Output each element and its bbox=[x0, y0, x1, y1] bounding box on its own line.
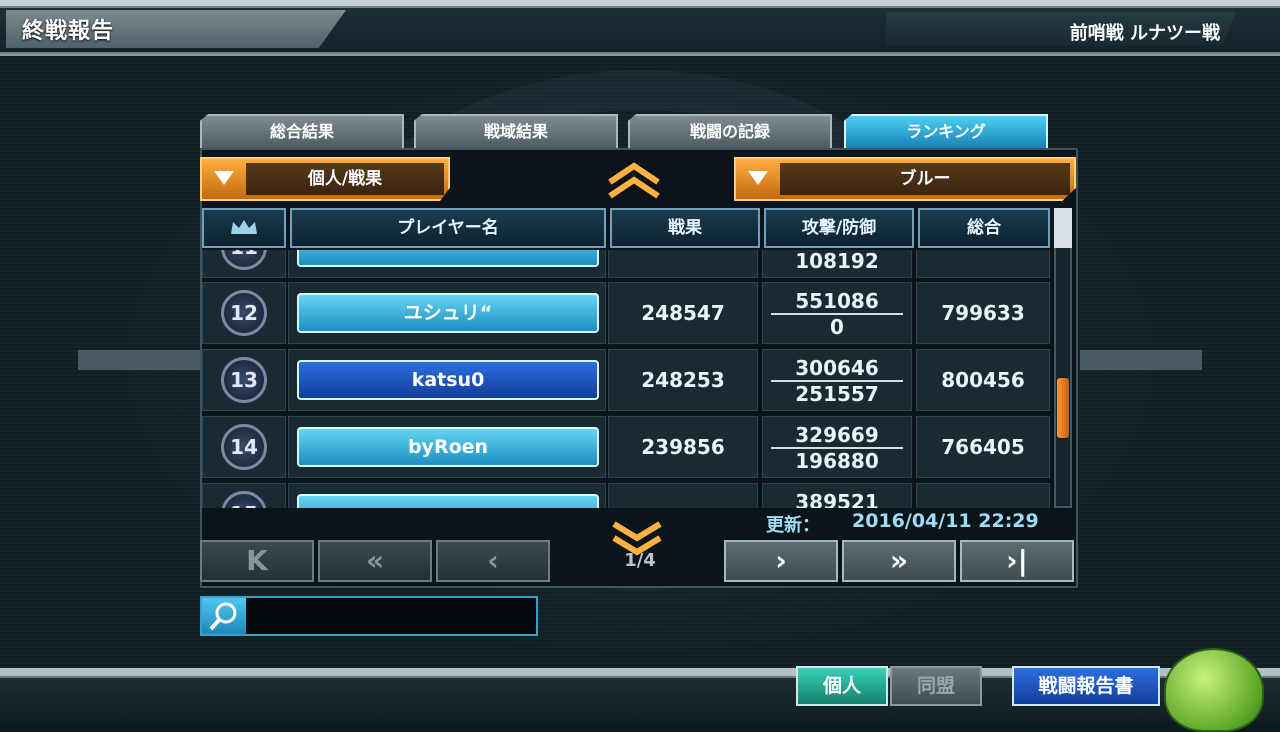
total-value bbox=[917, 250, 1049, 277]
search-button[interactable] bbox=[202, 598, 246, 634]
rank-column-header bbox=[202, 208, 286, 248]
team-dropdown-label: ブルー bbox=[780, 163, 1070, 195]
search-input[interactable] bbox=[200, 596, 538, 636]
stage-name: 前哨戦 ルナツー戦 bbox=[1069, 23, 1220, 44]
total-cell bbox=[916, 250, 1050, 278]
scrollbar-thumb[interactable] bbox=[1057, 378, 1069, 438]
tab-area[interactable]: 戦域結果 bbox=[414, 114, 618, 148]
player-name-plate[interactable]: ユシュリ“ bbox=[297, 293, 599, 333]
attack-value: 329669 bbox=[795, 423, 879, 447]
individual-button[interactable]: 個人 bbox=[796, 666, 888, 706]
next-page-button[interactable]: › bbox=[724, 540, 838, 582]
rank-cell: 13 bbox=[202, 349, 286, 411]
score-cell: 248547 bbox=[608, 282, 758, 344]
team-dropdown[interactable]: ブルー bbox=[734, 157, 1076, 201]
table-row[interactable]: 11 108192 bbox=[202, 250, 1050, 280]
attack-defense-header: 攻撃/防御 bbox=[764, 208, 914, 248]
total-value: 766405 bbox=[941, 435, 1025, 459]
prev-page-button[interactable]: ‹ bbox=[436, 540, 550, 582]
table-row[interactable]: 15 389521 bbox=[202, 481, 1050, 508]
scrollbar[interactable] bbox=[1054, 208, 1072, 508]
tab-ranking[interactable]: ランキング bbox=[844, 114, 1048, 148]
haro-mascot-icon bbox=[1164, 648, 1264, 732]
total-cell: 766405 bbox=[916, 416, 1050, 478]
defense-value: 108192 bbox=[795, 250, 879, 273]
total-value bbox=[917, 484, 1049, 508]
background-bar-right bbox=[1080, 350, 1202, 370]
dropdown-arrow-icon bbox=[214, 171, 234, 185]
scrollbar-cap bbox=[1054, 208, 1072, 248]
name-cell: katsu0 bbox=[288, 349, 606, 411]
total-cell: 799633 bbox=[916, 282, 1050, 344]
first-page-button[interactable]: K bbox=[200, 540, 314, 582]
attack-value: 389521 bbox=[795, 490, 879, 508]
score-value bbox=[609, 484, 757, 508]
defense-value: 0 bbox=[830, 315, 844, 339]
attack-defense-cell: 329669 196880 bbox=[762, 416, 912, 478]
rank-cell: 15 bbox=[202, 483, 286, 508]
total-value: 799633 bbox=[941, 301, 1025, 325]
attack-defense-cell: 300646 251557 bbox=[762, 349, 912, 411]
updated-timestamp: 2016/04/11 22:29 bbox=[852, 510, 1039, 532]
ranking-list[interactable]: 11 108192 12 ユシュリ“ 248547 551086 0 79963… bbox=[202, 250, 1050, 508]
crown-icon bbox=[231, 220, 257, 234]
rank-badge: 13 bbox=[221, 357, 267, 403]
attack-defense-cell: 389521 bbox=[762, 483, 912, 508]
prev-fast-button[interactable]: « bbox=[318, 540, 432, 582]
table-row[interactable]: 14 byRoen 239856 329669 196880 766405 bbox=[202, 414, 1050, 480]
rank-cell: 11 bbox=[202, 250, 286, 278]
score-value bbox=[609, 250, 757, 277]
name-cell bbox=[288, 483, 606, 508]
attack-value: 300646 bbox=[795, 356, 879, 380]
last-page-button[interactable]: ›| bbox=[960, 540, 1074, 582]
tab-overall[interactable]: 総合結果 bbox=[200, 114, 404, 148]
defense-value: 196880 bbox=[795, 449, 879, 473]
score-value: 248547 bbox=[641, 301, 725, 325]
total-header: 総合 bbox=[918, 208, 1050, 248]
tab-battle-log[interactable]: 戦闘の記録 bbox=[628, 114, 832, 148]
player-name-header: プレイヤー名 bbox=[290, 208, 606, 248]
rank-badge: 14 bbox=[221, 424, 267, 470]
attack-defense-cell: 108192 bbox=[762, 250, 912, 278]
search-icon bbox=[209, 602, 237, 631]
background-bar-left bbox=[78, 350, 200, 370]
score-cell: 248253 bbox=[608, 349, 758, 411]
name-cell: ユシュリ“ bbox=[288, 282, 606, 344]
score-cell bbox=[608, 250, 758, 278]
rank-badge: 15 bbox=[221, 491, 267, 508]
rank-badge: 11 bbox=[221, 250, 267, 270]
score-cell bbox=[608, 483, 758, 508]
table-row[interactable]: 12 ユシュリ“ 248547 551086 0 799633 bbox=[202, 280, 1050, 346]
page-title: 終戦報告 bbox=[22, 19, 115, 44]
rank-cell: 14 bbox=[202, 416, 286, 478]
player-name-plate[interactable]: katsu0 bbox=[297, 360, 599, 400]
attack-defense-cell: 551086 0 bbox=[762, 282, 912, 344]
player-name-plate[interactable] bbox=[297, 250, 599, 267]
score-header: 戦果 bbox=[610, 208, 760, 248]
player-name-plate[interactable] bbox=[297, 494, 599, 508]
updated-label: 更新： bbox=[766, 515, 820, 536]
score-value: 239856 bbox=[641, 435, 725, 459]
player-name-plate[interactable]: byRoen bbox=[297, 427, 599, 467]
name-cell bbox=[288, 250, 606, 278]
total-value: 800456 bbox=[941, 368, 1025, 392]
total-cell bbox=[916, 483, 1050, 508]
rank-cell: 12 bbox=[202, 282, 286, 344]
defense-value: 251557 bbox=[795, 382, 879, 406]
name-cell: byRoen bbox=[288, 416, 606, 478]
next-fast-button[interactable]: » bbox=[842, 540, 956, 582]
page-indicator: 1/4 bbox=[624, 550, 656, 571]
dropdown-arrow-icon bbox=[748, 171, 768, 185]
battle-report-button[interactable]: 戦闘報告書 bbox=[1012, 666, 1160, 706]
category-dropdown[interactable]: 個人/戦果 bbox=[200, 157, 450, 201]
score-cell: 239856 bbox=[608, 416, 758, 478]
category-dropdown-label: 個人/戦果 bbox=[246, 163, 444, 195]
table-row-self[interactable]: 13 katsu0 248253 300646 251557 800456 bbox=[202, 347, 1050, 413]
total-cell: 800456 bbox=[916, 349, 1050, 411]
scroll-up-icon[interactable] bbox=[606, 162, 662, 200]
attack-value: 551086 bbox=[795, 289, 879, 313]
alliance-button[interactable]: 同盟 bbox=[890, 666, 982, 706]
score-value: 248253 bbox=[641, 368, 725, 392]
rank-badge: 12 bbox=[221, 290, 267, 336]
